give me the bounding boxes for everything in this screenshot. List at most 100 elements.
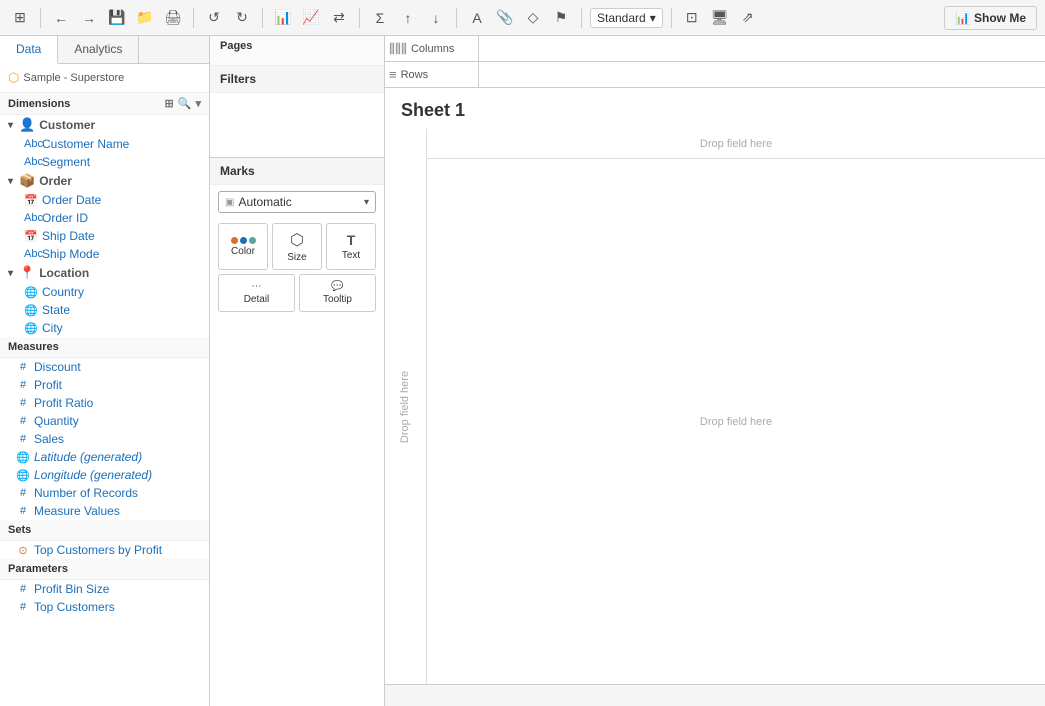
dropdown-arrow: ▾ xyxy=(650,11,656,25)
chart-icon[interactable]: 📊 xyxy=(271,6,295,30)
dim-customer-name[interactable]: Abc Customer Name xyxy=(0,135,209,153)
measure-quantity[interactable]: # Quantity xyxy=(0,412,209,430)
grid-icon[interactable]: ⊞ xyxy=(165,97,174,110)
param-top-customers[interactable]: # Top Customers xyxy=(0,598,209,616)
globe-icon-state: 🌐 xyxy=(24,304,38,317)
abc-icon-order-id: Abc xyxy=(24,212,38,224)
hash-icon-profit-ratio: # xyxy=(16,397,30,409)
top-customers-param-label: Top Customers xyxy=(34,600,115,614)
rows-label: Rows xyxy=(401,69,429,81)
separator3 xyxy=(262,8,263,28)
drop-left-text: Drop field here xyxy=(400,370,412,442)
measure-measure-values[interactable]: # Measure Values xyxy=(0,502,209,520)
date-icon-order: 📅 xyxy=(24,194,38,207)
measure-longitude[interactable]: 🌐 Longitude (generated) xyxy=(0,466,209,484)
hash-icon-profit-bin: # xyxy=(16,583,30,595)
dim-ship-mode[interactable]: Abc Ship Mode xyxy=(0,245,209,263)
customer-group[interactable]: ▾ 👤 Customer xyxy=(0,115,209,135)
marks-color-button[interactable]: Color xyxy=(218,223,268,270)
fit-icon[interactable]: ⊡ xyxy=(680,6,704,30)
measures-label: Measures xyxy=(8,341,59,353)
forward-icon[interactable]: → xyxy=(77,6,101,30)
order-date-label: Order Date xyxy=(42,193,101,207)
annotation-icon[interactable]: 📎 xyxy=(493,6,517,30)
abc-icon-segment: Abc xyxy=(24,156,38,168)
set-top-customers[interactable]: ⊙ Top Customers by Profit xyxy=(0,541,209,559)
country-label: Country xyxy=(42,285,84,299)
discount-label: Discount xyxy=(34,360,81,374)
marks-type-dropdown[interactable]: ▣ Automatic ▾ xyxy=(218,191,376,213)
expand-icon[interactable]: ▾ xyxy=(195,97,201,110)
measure-discount[interactable]: # Discount xyxy=(0,358,209,376)
marks-tooltip-button[interactable]: 💬 Tooltip xyxy=(299,274,376,312)
dim-order-date[interactable]: 📅 Order Date xyxy=(0,191,209,209)
show-me-button[interactable]: 📊 Show Me xyxy=(944,6,1037,30)
bar-chart-icon[interactable]: 📈 xyxy=(299,6,323,30)
redo-icon[interactable]: ↻ xyxy=(230,6,254,30)
middle-panel: Pages Filters Marks ▣ Automatic ▾ xyxy=(210,36,385,706)
text-icon: T xyxy=(347,232,356,248)
measure-profit[interactable]: # Profit xyxy=(0,376,209,394)
dim-city[interactable]: 🌐 City xyxy=(0,319,209,337)
measure-number-of-records[interactable]: # Number of Records xyxy=(0,484,209,502)
search-icon[interactable]: 🔍 xyxy=(178,97,192,110)
marks-text-button[interactable]: T Text xyxy=(326,223,376,270)
customer-name-label: Customer Name xyxy=(42,137,129,151)
mark-icon[interactable]: ◇ xyxy=(521,6,545,30)
undo-icon[interactable]: ↺ xyxy=(202,6,226,30)
parameters-label: Parameters xyxy=(8,563,68,575)
dim-order-id[interactable]: Abc Order ID xyxy=(0,209,209,227)
separator5 xyxy=(456,8,457,28)
abc-icon-customer-name: Abc xyxy=(24,138,38,150)
marks-detail-button[interactable]: ⋯ Detail xyxy=(218,274,295,312)
set-icon-top-customers: ⊙ xyxy=(16,544,30,557)
highlight-icon[interactable]: A xyxy=(465,6,489,30)
data-source-name: Sample - Superstore xyxy=(23,72,124,84)
profit-ratio-label: Profit Ratio xyxy=(34,396,93,410)
back-icon[interactable]: ← xyxy=(49,6,73,30)
globe-icon-country: 🌐 xyxy=(24,286,38,299)
latitude-label: Latitude (generated) xyxy=(34,450,142,464)
flag-icon[interactable]: ⚑ xyxy=(549,6,573,30)
order-group-label: Order xyxy=(39,174,72,188)
sort-asc-icon[interactable]: ↑ xyxy=(396,6,420,30)
save-icon[interactable]: 💾 xyxy=(105,6,129,30)
left-panel-scroll[interactable]: Dimensions ⊞ 🔍 ▾ ▾ 👤 Customer Abc Custom… xyxy=(0,93,209,706)
drop-center-text: Drop field here xyxy=(700,416,772,428)
measure-sales[interactable]: # Sales xyxy=(0,430,209,448)
top-customers-set-label: Top Customers by Profit xyxy=(34,543,162,557)
ship-date-label: Ship Date xyxy=(42,229,95,243)
tab-analytics[interactable]: Analytics xyxy=(58,36,139,63)
drop-center-zone[interactable]: Drop field here xyxy=(427,159,1045,684)
location-group[interactable]: ▾ 📍 Location xyxy=(0,263,209,283)
hash-icon-sales: # xyxy=(16,433,30,445)
dim-ship-date[interactable]: 📅 Ship Date xyxy=(0,227,209,245)
marks-size-button[interactable]: ⬡ Size xyxy=(272,223,322,270)
dim-segment[interactable]: Abc Segment xyxy=(0,153,209,171)
sum-icon[interactable]: Σ xyxy=(368,6,392,30)
order-group[interactable]: ▾ 📦 Order xyxy=(0,171,209,191)
measure-profit-ratio[interactable]: # Profit Ratio xyxy=(0,394,209,412)
print-icon[interactable]: 🖨 xyxy=(161,6,185,30)
columns-shelf: ⫼⫼⫼ Columns xyxy=(385,36,1045,62)
dim-state[interactable]: 🌐 State xyxy=(0,301,209,319)
color-label: Color xyxy=(231,246,255,257)
sort-desc-icon[interactable]: ↓ xyxy=(424,6,448,30)
filters-body[interactable] xyxy=(210,93,384,153)
open-icon[interactable]: 📁 xyxy=(133,6,157,30)
param-profit-bin-size[interactable]: # Profit Bin Size xyxy=(0,580,209,598)
swap-icon[interactable]: ⇄ xyxy=(327,6,351,30)
measures-header: Measures xyxy=(0,337,209,358)
standard-dropdown[interactable]: Standard ▾ xyxy=(590,8,663,28)
drop-zone-main[interactable]: Drop field here Drop field here Drop fie… xyxy=(385,129,1045,684)
dim-country[interactable]: 🌐 Country xyxy=(0,283,209,301)
measure-latitude[interactable]: 🌐 Latitude (generated) xyxy=(0,448,209,466)
tab-data[interactable]: Data xyxy=(0,36,58,64)
device-icon[interactable]: 🖥 xyxy=(708,6,732,30)
drop-left-zone[interactable]: Drop field here xyxy=(385,129,427,684)
menu-icon[interactable]: ⊞ xyxy=(8,6,32,30)
data-source[interactable]: ⬡ Sample - Superstore xyxy=(0,64,209,93)
drop-top-zone[interactable]: Drop field here xyxy=(427,129,1045,159)
hash-icon-profit: # xyxy=(16,379,30,391)
share-icon[interactable]: ⇗ xyxy=(736,6,760,30)
